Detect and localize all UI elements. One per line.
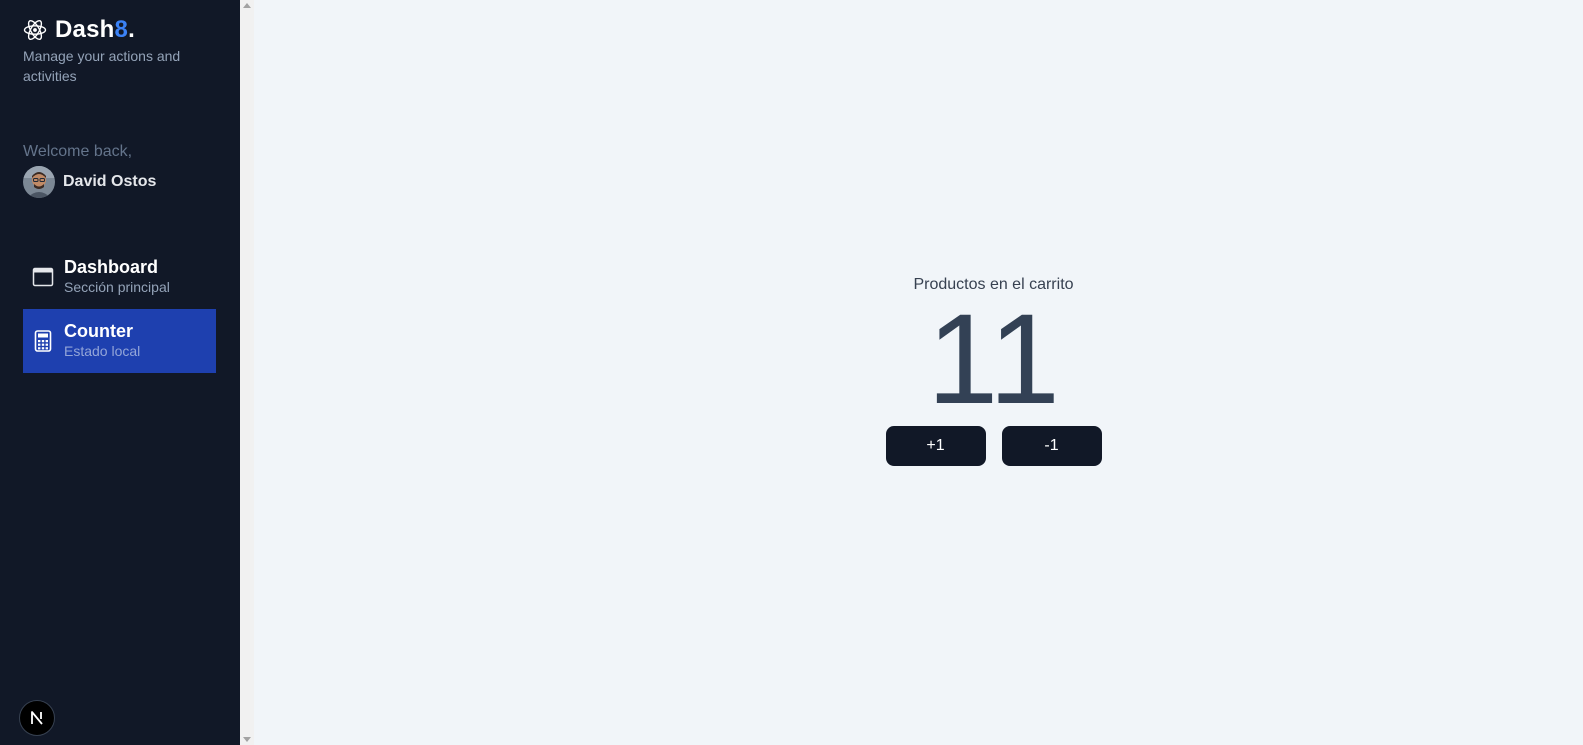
sidebar-item-title: Counter (64, 321, 133, 341)
brand-accent: 8 (114, 16, 129, 43)
browser-window-icon (31, 265, 55, 289)
sidebar-item-subtitle: Estado local (64, 343, 141, 359)
sidebar-item-counter[interactable]: Counter Estado local (23, 309, 216, 373)
calculator-icon (31, 329, 55, 353)
counter-panel: Productos en el carrito 11 +1 -1 (254, 276, 1583, 466)
counter-value: 11 (927, 288, 1060, 431)
brand-logo: Dash8. (23, 16, 135, 44)
nextjs-devtools-button[interactable] (19, 700, 55, 736)
brand-tagline: Manage your actions and activities (23, 48, 181, 84)
user-profile: David Ostos (23, 166, 156, 198)
avatar (23, 166, 55, 198)
sidebar: Dash8. Manage your actions and activitie… (0, 0, 240, 745)
user-name: David Ostos (63, 173, 157, 190)
welcome-text: Welcome back, (23, 143, 133, 160)
sidebar-item-title: Dashboard (64, 257, 159, 277)
nextjs-logo-icon (31, 711, 43, 725)
main-content: Productos en el carrito 11 +1 -1 (254, 0, 1583, 745)
scroll-up-icon[interactable] (243, 3, 251, 8)
sidebar-item-dashboard[interactable]: Dashboard Sección principal (23, 245, 216, 309)
react-atom-icon (23, 19, 47, 41)
scroll-down-icon[interactable] (243, 737, 251, 742)
app-root: Dash8. Manage your actions and activitie… (0, 0, 1583, 745)
sidebar-item-subtitle: Sección principal (64, 279, 170, 295)
sidebar-nav: Dashboard Sección principal Counter Esta… (23, 245, 216, 373)
decrement-button[interactable]: -1 (1001, 426, 1102, 466)
counter-actions: +1 -1 (885, 426, 1102, 466)
scrollbar[interactable] (240, 0, 254, 745)
brand-name: Dash8. (55, 16, 135, 43)
increment-button[interactable]: +1 (885, 426, 986, 466)
